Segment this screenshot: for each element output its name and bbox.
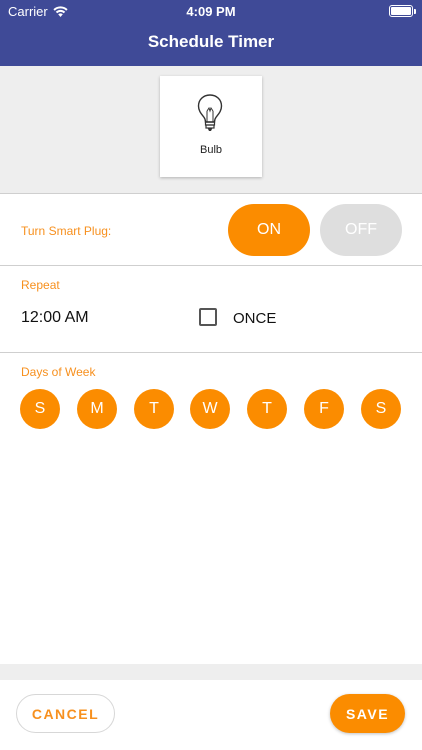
device-label: Bulb <box>199 144 223 156</box>
day-saturday[interactable]: S <box>361 389 401 429</box>
page-title: Schedule Timer <box>147 32 275 51</box>
days-of-week-section: Days of Week S M T W T F S <box>0 353 422 433</box>
days-of-week-label: Days of Week <box>21 365 96 379</box>
repeat-label: Repeat <box>21 278 60 292</box>
battery-icon <box>389 5 416 17</box>
save-button[interactable]: SAVE <box>330 694 405 733</box>
on-button[interactable]: ON <box>228 204 310 256</box>
smart-plug-label: Turn Smart Plug: <box>21 224 112 238</box>
device-panel: Bulb <box>0 66 422 194</box>
footer-divider <box>0 664 422 680</box>
cancel-button[interactable]: CANCEL <box>16 694 115 733</box>
status-time: 4:09 PM <box>186 4 236 19</box>
once-checkbox[interactable] <box>199 308 217 326</box>
day-tuesday[interactable]: T <box>134 389 174 429</box>
off-button[interactable]: OFF <box>320 204 402 256</box>
smart-plug-section: Turn Smart Plug: ON OFF <box>0 194 422 266</box>
lightbulb-icon <box>197 94 223 131</box>
app-header: Carrier 4:09 PM Schedule Timer <box>0 0 422 66</box>
repeat-section: Repeat 12:00 AM ONCE <box>0 266 422 353</box>
day-sunday[interactable]: S <box>20 389 60 429</box>
status-bar: Carrier 4:09 PM <box>0 0 422 22</box>
time-picker[interactable]: 12:00 AM <box>21 309 89 327</box>
once-label[interactable]: ONCE <box>233 310 276 327</box>
day-monday[interactable]: M <box>77 389 117 429</box>
day-wednesday[interactable]: W <box>190 389 230 429</box>
day-friday[interactable]: F <box>304 389 344 429</box>
device-card[interactable]: Bulb <box>160 76 262 177</box>
day-thursday[interactable]: T <box>247 389 287 429</box>
